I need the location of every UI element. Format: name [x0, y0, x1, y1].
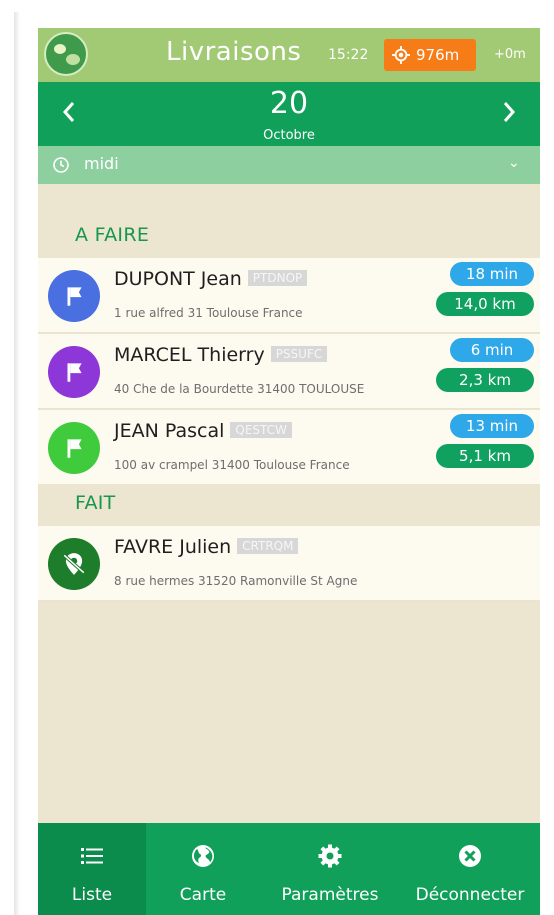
order-code: PSSUFC [270, 345, 328, 362]
customer-name: DUPONT Jean [114, 268, 242, 290]
customer-name: FAVRE Julien [114, 536, 232, 558]
time-slot-selector[interactable]: midi ⌄ [38, 146, 540, 184]
delivery-row[interactable]: JEAN Pascal QESTCW 100 av crampel 31400 T… [38, 410, 540, 485]
customer-name-line: DUPONT Jean PTDNOP [114, 268, 308, 290]
customer-name-line: FAVRE Julien CRTRQM [114, 536, 299, 558]
customer-address: 40 Che de la Bourdette 31400 TOULOUSE [114, 382, 365, 396]
app-logo [44, 32, 88, 76]
duration-badge: 13 min [450, 414, 534, 438]
flag-icon [67, 287, 82, 306]
tab-label: Paramètres [281, 885, 379, 905]
order-code: PTDNOP [247, 269, 308, 286]
status-avatar [48, 270, 100, 322]
date-month: Octobre [263, 128, 315, 143]
status-avatar [48, 346, 100, 398]
clock-icon [53, 157, 69, 173]
close-circle-icon [459, 845, 481, 867]
globe-icon [192, 845, 214, 867]
page-title: Livraisons [166, 37, 302, 67]
next-day-button[interactable] [494, 94, 524, 130]
duration-badge: 6 min [450, 338, 534, 362]
customer-name: MARCEL Thierry [114, 344, 265, 366]
tab-deconnecter[interactable]: Déconnecter [400, 823, 540, 915]
customer-address: 100 av crampel 31400 Toulouse France [114, 458, 350, 472]
duration-badge: 18 min [450, 262, 534, 286]
chevron-down-icon: ⌄ [508, 155, 520, 171]
date-bar: 20 Octobre [38, 82, 540, 146]
time-offset: +0m [494, 47, 526, 62]
tab-liste[interactable]: Liste [38, 823, 146, 915]
customer-address: 1 rue alfred 31 Toulouse France [114, 306, 303, 320]
flag-icon [67, 363, 82, 382]
tab-carte[interactable]: Carte [146, 823, 260, 915]
gps-accuracy-badge: 976m [384, 39, 476, 71]
tab-label: Déconnecter [415, 885, 525, 905]
date-day: 20 [269, 86, 309, 121]
distance-badge: 2,3 km [436, 368, 534, 392]
delivered-pin-icon [63, 553, 85, 575]
list-icon [81, 848, 103, 864]
section-title-todo: A FAIRE [75, 224, 150, 246]
frame-shadow [14, 12, 20, 915]
app-screen: Livraisons 15:22 976m +0m 20 Octobre mid… [38, 28, 540, 915]
clock-time: 15:22 [328, 47, 369, 63]
gear-icon [318, 844, 342, 868]
gps-accuracy-value: 976m [416, 46, 460, 64]
chevron-right-icon [503, 102, 516, 122]
tab-label: Liste [71, 885, 113, 905]
delivery-row-done[interactable]: FAVRE Julien CRTRQM 8 rue hermes 31520 Ra… [38, 526, 540, 601]
flag-icon [67, 439, 82, 458]
order-code: QESTCW [230, 421, 292, 438]
delivery-row[interactable]: DUPONT Jean PTDNOP 1 rue alfred 31 Toulou… [38, 258, 540, 333]
status-avatar [48, 538, 100, 590]
distance-badge: 14,0 km [436, 292, 534, 316]
tab-label: Carte [179, 885, 227, 905]
bottom-tab-bar: Liste Carte Paramètres Déconnecter [38, 823, 540, 915]
header-bar: Livraisons 15:22 976m +0m [38, 28, 540, 82]
tab-parametres[interactable]: Paramètres [260, 823, 400, 915]
customer-address: 8 rue hermes 31520 Ramonville St Agne [114, 574, 358, 588]
delivery-row[interactable]: MARCEL Thierry PSSUFC 40 Che de la Bourde… [38, 334, 540, 409]
status-avatar [48, 422, 100, 474]
gps-target-icon [392, 46, 410, 64]
distance-badge: 5,1 km [436, 444, 534, 468]
customer-name-line: JEAN Pascal QESTCW [114, 420, 292, 442]
order-code: CRTRQM [237, 537, 299, 554]
customer-name-line: MARCEL Thierry PSSUFC [114, 344, 328, 366]
time-slot-label: midi [84, 154, 119, 173]
section-title-done: FAIT [75, 492, 116, 514]
customer-name: JEAN Pascal [114, 420, 225, 442]
